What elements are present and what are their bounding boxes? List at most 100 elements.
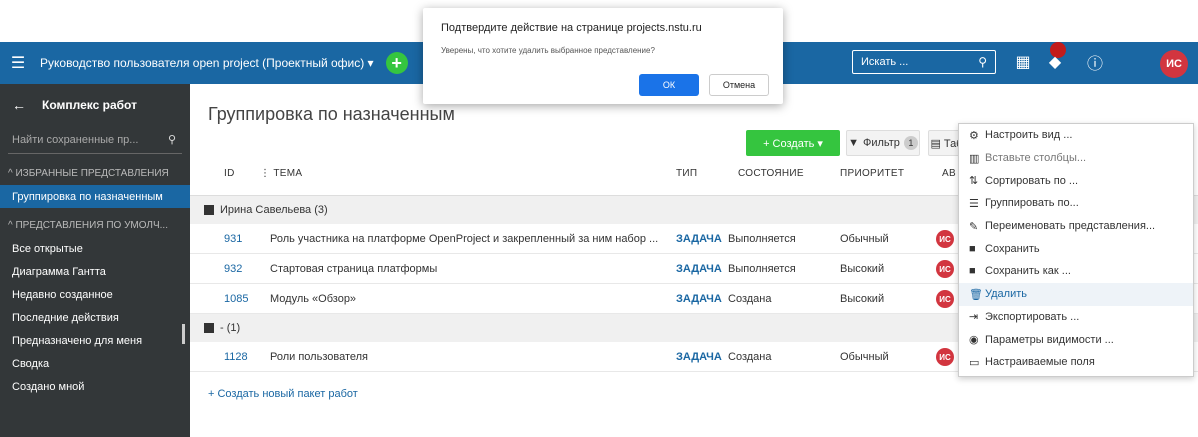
row-status[interactable]: Создана [728, 351, 771, 363]
help-icon[interactable]: ⓘ [1082, 50, 1108, 74]
row-id[interactable]: 1128 [224, 351, 248, 363]
filter-count-badge: 1 [903, 136, 918, 150]
row-id[interactable]: 931 [224, 233, 242, 245]
menu-item-label: Сортировать по ... [985, 174, 1079, 187]
menu-item-label: Сохранить [985, 242, 1040, 255]
sidebar-scrollbar[interactable] [182, 324, 185, 344]
menu-item-sort-by[interactable]: ⇅ Сортировать по ... [959, 169, 1193, 192]
menu-item-visibility[interactable]: ◉ Параметры видимости ... [959, 328, 1193, 351]
trash-icon: 🗑 [969, 288, 983, 301]
ok-button[interactable]: ОК [639, 74, 699, 96]
menu-item-delete[interactable]: 🗑 Удалить [959, 282, 1193, 306]
menu-item-label: Удалить [985, 288, 1027, 301]
collapse-icon[interactable] [204, 323, 214, 333]
row-status[interactable]: Создана [728, 293, 771, 305]
menu-item-group-by[interactable]: ☰ Группировать по... [959, 192, 1193, 215]
sidebar-item-latest-activity[interactable]: Последние действия [0, 306, 190, 329]
menu-item-label: Экспортировать ... [985, 310, 1080, 323]
menu-item-custom-fields[interactable]: ▭ Настраиваемые поля [959, 351, 1193, 374]
row-id[interactable]: 1085 [224, 293, 248, 305]
menu-item-label: Сохранить как ... [985, 265, 1071, 278]
column-header-subject-label: ТЕМА [273, 168, 303, 179]
sidebar-item-assigned-to-me[interactable]: Предназначено для меня [0, 329, 190, 352]
sidebar-section-favorites[interactable]: ^ ИЗБРАННЫЕ ПРЕДСТАВЛЕНИЯ [0, 154, 190, 185]
cancel-button[interactable]: Отмена [709, 74, 769, 96]
global-search-input[interactable]: Искать ... ⚲ [852, 50, 996, 74]
sidebar-search-placeholder: Найти сохраненные пр... [12, 133, 139, 146]
assignee-avatar[interactable]: ИС [936, 260, 954, 278]
section-label: ПРЕДСТАВЛЕНИЯ ПО УМОЛЧ... [15, 220, 168, 231]
project-selector[interactable]: Руководство пользователя open project (П… [40, 56, 374, 70]
menu-item-label: Группировать по... [985, 197, 1079, 210]
column-header-subject[interactable]: ⋮ ТЕМА [260, 168, 302, 179]
sidebar-item-favorite[interactable]: Группировка по назначенным [0, 185, 190, 208]
row-subject[interactable]: Роли пользователя [270, 351, 368, 363]
row-priority[interactable]: Высокий [840, 293, 884, 305]
bell-icon[interactable]: ◆ [1042, 50, 1068, 74]
hamburger-menu-icon[interactable]: ☰ [0, 53, 36, 73]
menu-item-save[interactable]: ■ Сохранить [959, 237, 1193, 260]
row-status[interactable]: Выполняется [728, 233, 796, 245]
row-subject[interactable]: Модуль «Обзор» [270, 293, 356, 305]
search-icon: ⚲ [167, 134, 176, 146]
assignee-avatar[interactable]: ИС [936, 230, 954, 248]
user-avatar[interactable]: ИС [1160, 50, 1188, 78]
menu-item-label: Вставьте столбцы... [985, 152, 1087, 165]
row-priority[interactable]: Обычный [840, 351, 889, 363]
sidebar-item-all-open[interactable]: Все открытые [0, 237, 190, 260]
modules-grid-icon[interactable]: ▦ [1010, 50, 1036, 74]
sidebar-item-recently-created[interactable]: Недавно созданное [0, 283, 190, 306]
assignee-avatar[interactable]: ИС [936, 348, 954, 366]
row-type: ЗАДАЧА [676, 351, 722, 363]
sidebar-search-input[interactable]: Найти сохраненные пр... ⚲ [8, 126, 182, 154]
column-header-type[interactable]: ТИП [676, 168, 697, 179]
sidebar-title-label: Комплекс работ [42, 98, 137, 112]
row-priority[interactable]: Высокий [840, 263, 884, 275]
row-id[interactable]: 932 [224, 263, 242, 275]
create-work-package-link[interactable]: + Создать новый пакет работ [208, 388, 358, 400]
quick-add-button[interactable]: + [385, 52, 408, 74]
dialog-title: Подтвердите действие на странице project… [441, 22, 702, 34]
chevron-up-icon: ^ [8, 168, 13, 179]
column-header-status[interactable]: СОСТОЯНИЕ [738, 168, 804, 179]
gear-icon: ⚙ [969, 129, 979, 142]
dialog-message: Уверены, что хотите удалить выбранное пр… [441, 46, 655, 55]
sidebar-title[interactable]: ← Комплекс работ [0, 84, 190, 126]
eye-icon: ◉ [969, 334, 979, 347]
menu-item-rename-view[interactable]: ✎ Переименовать представления... [959, 215, 1193, 238]
filter-icon: ▼ [848, 137, 859, 149]
pencil-icon: ✎ [969, 220, 979, 233]
menu-item-label: Переименовать представления... [985, 220, 1156, 233]
sidebar-section-default[interactable]: ^ ПРЕДСТАВЛЕНИЯ ПО УМОЛЧ... [0, 208, 190, 237]
column-header-priority[interactable]: ПРИОРИТЕТ [840, 168, 904, 179]
confirm-dialog: Подтвердите действие на странице project… [423, 8, 783, 104]
search-icon[interactable]: ⚲ [978, 55, 987, 69]
sidebar-item-created-by-me[interactable]: Создано мной [0, 375, 190, 398]
row-subject[interactable]: Роль участника на платформе OpenProject … [270, 233, 658, 245]
column-header-id[interactable]: ID [224, 168, 235, 179]
menu-item-insert-columns[interactable]: ▥ Вставьте столбцы... [959, 147, 1193, 170]
sidebar-item-summary[interactable]: Сводка [0, 352, 190, 375]
row-subject[interactable]: Стартовая страница платформы [270, 263, 437, 275]
assignee-avatar[interactable]: ИС [936, 290, 954, 308]
settings-dropdown-menu: ⚙ Настроить вид ... ▥ Вставьте столбцы..… [958, 123, 1194, 377]
row-priority[interactable]: Обычный [840, 233, 889, 245]
custom-field-icon: ▭ [969, 356, 980, 369]
page-title: Группировка по назначенным [208, 104, 455, 124]
menu-item-label: Параметры видимости ... [985, 333, 1114, 346]
menu-item-configure-view[interactable]: ⚙ Настроить вид ... [959, 124, 1193, 147]
menu-item-save-as[interactable]: ■ Сохранить как ... [959, 260, 1193, 283]
menu-item-label: Настроить вид ... [985, 129, 1073, 142]
table-icon: ▤ [930, 137, 941, 150]
sort-icon: ⇅ [969, 175, 979, 188]
column-header-assignee[interactable]: АВ [942, 168, 956, 179]
row-status[interactable]: Выполняется [728, 263, 796, 275]
section-label: ИЗБРАННЫЕ ПРЕДСТАВЛЕНИЯ [15, 168, 169, 179]
chevron-up-icon: ^ [8, 220, 13, 231]
group-label: - (1) [220, 322, 241, 334]
collapse-icon[interactable] [204, 205, 214, 215]
menu-item-export[interactable]: ⇥ Экспортировать ... [959, 306, 1193, 329]
row-type: ЗАДАЧА [676, 233, 722, 245]
back-arrow-icon[interactable]: ← [12, 97, 26, 113]
sidebar-item-gantt[interactable]: Диаграмма Гантта [0, 260, 190, 283]
